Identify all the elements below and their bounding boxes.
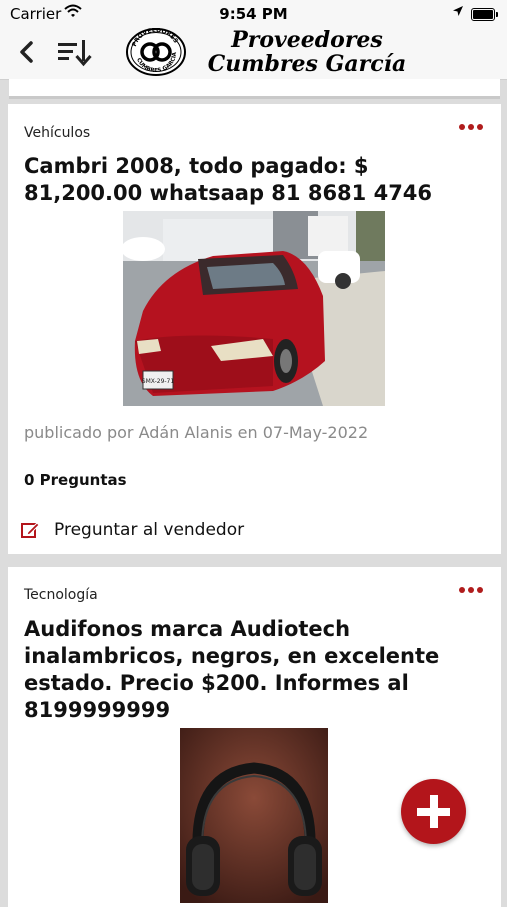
brand-line-1: Proveedores	[231, 27, 383, 53]
post-category: Tecnología	[24, 587, 98, 603]
more-dots-icon[interactable]	[459, 587, 483, 593]
post-title: Audifonos marca Audiotech inalambricos, …	[24, 617, 440, 722]
nav-bar: PROVEEDORES CUMBRES GARCIA Proveedores C…	[0, 27, 507, 80]
more-dots-icon[interactable]	[459, 124, 483, 130]
post-card[interactable]: Vehículos Cambri 2008, todo pagado: $ 81…	[8, 104, 501, 554]
location-icon	[453, 6, 463, 16]
ask-seller-label: Preguntar al vendedor	[54, 520, 245, 540]
post-author-line: publicado por Adán Alanis en 07-May-2022	[24, 423, 369, 442]
post-category: Vehículos	[24, 125, 91, 141]
previous-post-card	[9, 79, 500, 99]
post-card[interactable]: Tecnología Audifonos marca Audiotech ina…	[8, 567, 501, 907]
add-post-button[interactable]	[401, 779, 466, 844]
clock: 9:54 PM	[219, 5, 288, 23]
post-title: Cambri 2008, todo pagado: $ 81,200.00 wh…	[24, 154, 433, 205]
brand-title: Proveedores Cumbres García	[192, 28, 422, 76]
license-plate: SMX-29-71	[142, 378, 175, 385]
post-photo-car[interactable]: SMX-29-71	[123, 211, 385, 406]
status-bar: Carrier 9:54 PM	[0, 0, 507, 27]
battery-icon	[471, 8, 498, 21]
sort-icon[interactable]	[56, 37, 92, 67]
back-chevron-icon[interactable]	[12, 37, 40, 67]
post-photo-headphones[interactable]	[180, 728, 328, 903]
brand-logo: PROVEEDORES CUMBRES GARCIA	[126, 28, 186, 76]
questions-count[interactable]: 0 Preguntas	[24, 471, 127, 489]
edit-icon	[21, 522, 40, 538]
ask-seller-button[interactable]: Preguntar al vendedor	[20, 520, 244, 540]
brand-line-2: Cumbres García	[207, 51, 407, 77]
